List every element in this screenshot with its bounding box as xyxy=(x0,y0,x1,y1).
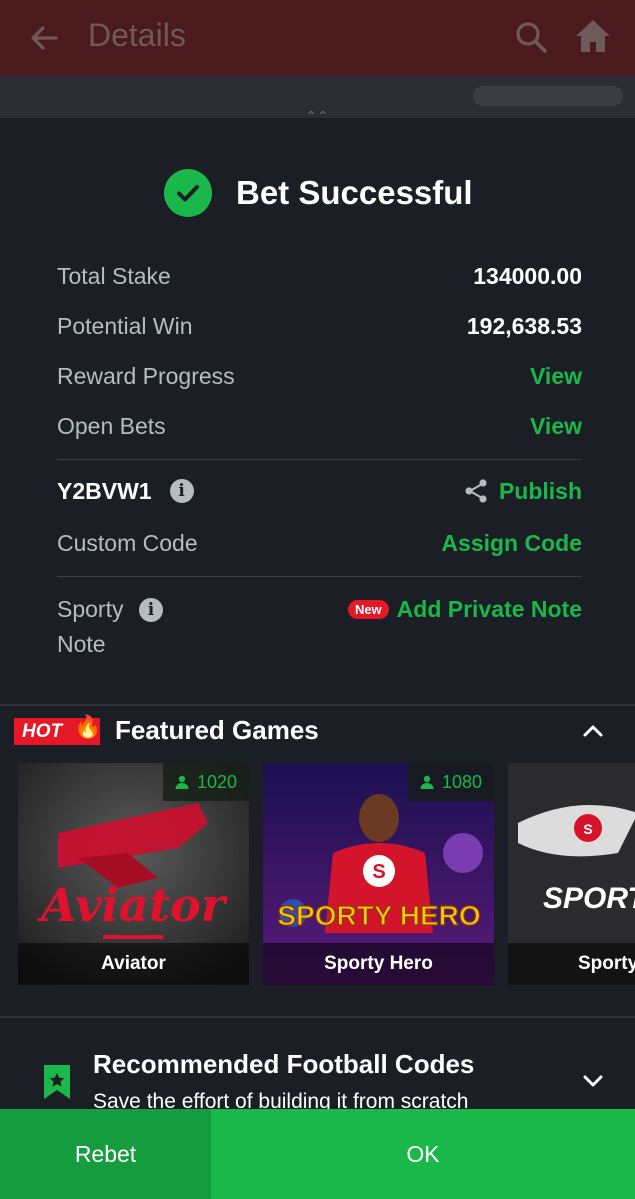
booking-code: Y2BVW1 i xyxy=(57,478,194,505)
potential-win-row: Potential Win 192,638.53 xyxy=(57,309,582,343)
sporty-note-label-line2: Note xyxy=(57,631,106,657)
success-header: Bet Successful xyxy=(164,168,473,218)
svg-text:SPORTY HERO: SPORTY HERO xyxy=(277,900,480,931)
custom-code-row: Custom Code Assign Code xyxy=(57,526,582,560)
player-count-value: 1020 xyxy=(196,771,237,792)
back-arrow-icon[interactable] xyxy=(28,22,60,54)
publish-button[interactable]: Publish xyxy=(463,478,582,505)
game-name: Aviator xyxy=(18,943,249,985)
chevron-up-icon[interactable] xyxy=(580,720,606,742)
success-heading: Bet Successful xyxy=(236,174,473,211)
check-circle-icon xyxy=(164,169,212,217)
bookmark-star-icon xyxy=(44,1065,70,1099)
potential-win-value: 192,638.53 xyxy=(466,312,582,339)
info-icon[interactable]: i xyxy=(169,479,194,503)
svg-text:S: S xyxy=(372,861,385,883)
add-private-note-button[interactable]: New Add Private Note xyxy=(347,592,582,626)
game-card-sporty-hero[interactable]: S SPORTY HERO 1080 Sporty Hero xyxy=(263,763,494,985)
recommended-title: Recommended Football Codes xyxy=(93,1049,475,1079)
background-pill xyxy=(473,86,623,106)
svg-text:Aviator: Aviator xyxy=(37,878,229,932)
reward-progress-label: Reward Progress xyxy=(57,362,235,389)
reward-progress-row: Reward Progress View xyxy=(57,359,582,393)
sporty-note-row: Sporty Note i New Add Private Note xyxy=(57,592,582,662)
total-stake-label: Total Stake xyxy=(57,262,171,289)
section-divider xyxy=(0,704,635,706)
game-card-sporty-jet[interactable]: S SPORTY JET Sporty xyxy=(508,763,635,985)
player-count: 1080 xyxy=(407,763,494,801)
reward-progress-view-link[interactable]: View xyxy=(530,363,582,390)
open-bets-view-link[interactable]: View xyxy=(530,413,582,440)
section-divider xyxy=(0,1016,635,1018)
total-stake-value: 134000.00 xyxy=(473,262,582,289)
custom-code-label: Custom Code xyxy=(57,529,198,556)
bet-result-sheet: ⌃⌃ Bet Successful Total Stake 134000.00 … xyxy=(0,109,635,1199)
booking-code-row: Y2BVW1 i Publish xyxy=(57,474,582,508)
sporty-note-label-line1: Sporty xyxy=(57,596,124,622)
svg-text:SPORTY JET: SPORTY JET xyxy=(543,882,635,915)
player-count-value: 1080 xyxy=(441,771,482,792)
person-icon xyxy=(175,775,189,789)
game-name: Sporty Hero xyxy=(263,943,494,985)
divider xyxy=(57,576,582,577)
person-icon xyxy=(420,775,434,789)
featured-games-title: Featured Games xyxy=(115,715,319,745)
sporty-note-label: Sporty Note i xyxy=(57,592,163,662)
bottom-action-bar: Rebet OK xyxy=(0,1109,635,1199)
home-icon[interactable] xyxy=(574,18,612,54)
chevron-down-icon[interactable] xyxy=(580,1070,606,1092)
search-icon[interactable] xyxy=(514,20,548,54)
game-name: Sporty xyxy=(508,943,635,985)
ok-button[interactable]: OK xyxy=(211,1109,635,1199)
svg-text:S: S xyxy=(583,821,592,837)
fire-icon: 🔥 xyxy=(74,714,102,739)
featured-games-carousel[interactable]: Aviator 1020 Aviator S SPORTY HERO 1080 … xyxy=(0,763,635,987)
divider xyxy=(57,459,582,460)
open-bets-row: Open Bets View xyxy=(57,409,582,443)
share-icon xyxy=(465,479,487,503)
publish-label: Publish xyxy=(498,477,582,504)
top-app-bar: Details xyxy=(0,0,635,76)
assign-code-link[interactable]: Assign Code xyxy=(441,530,582,557)
game-card-aviator[interactable]: Aviator 1020 Aviator xyxy=(18,763,249,985)
total-stake-row: Total Stake 134000.00 xyxy=(57,259,582,293)
sheet-handle[interactable]: ⌃⌃ xyxy=(300,109,334,123)
booking-code-value: Y2BVW1 xyxy=(57,477,152,504)
page-title: Details xyxy=(88,17,186,53)
new-badge: New xyxy=(347,599,389,619)
player-count: 1020 xyxy=(162,763,249,801)
open-bets-label: Open Bets xyxy=(57,412,166,439)
potential-win-label: Potential Win xyxy=(57,312,193,339)
info-icon[interactable]: i xyxy=(139,598,163,622)
rebet-button[interactable]: Rebet xyxy=(0,1109,211,1199)
add-private-note-label: Add Private Note xyxy=(396,595,582,622)
